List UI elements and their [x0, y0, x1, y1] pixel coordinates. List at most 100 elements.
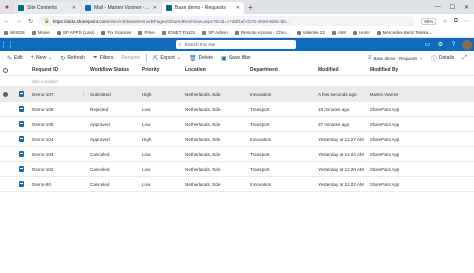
bookmark-item[interactable]: Movie — [31, 30, 50, 35]
column-header-modified[interactable]: Modified — [318, 67, 370, 73]
maximize-icon[interactable]: ☐ — [450, 4, 455, 11]
row-checkbox[interactable] — [0, 91, 10, 97]
column-header-priority[interactable]: Priority — [142, 67, 185, 73]
request-id-cell[interactable]: Demo-106 — [32, 107, 90, 112]
request-id-cell[interactable]: Demo-105 — [32, 122, 90, 127]
bookmark-item[interactable]: Prive — [138, 30, 155, 35]
star-icon[interactable]: ☆ — [442, 18, 447, 25]
close-icon[interactable]: ✕ — [153, 5, 157, 11]
view-selector[interactable]: ≡ Base demo - Requests ⌄ — [364, 51, 427, 65]
search-box[interactable]: ⌕ Search this site — [176, 40, 296, 49]
request-id-cell[interactable]: Demo-107 ⋮ — [32, 91, 90, 97]
filter-row: Site Location — [0, 76, 474, 87]
export-button[interactable]: ⇱ Export ⌄ — [149, 51, 185, 65]
chevron-down-icon: ⌄ — [419, 55, 423, 60]
details-button[interactable]: ⓘ Details — [427, 51, 458, 65]
bookmark-item[interactable]: AIM — [331, 30, 346, 35]
bookmark-item[interactable]: Fix Scanner — [101, 30, 131, 35]
modified-cell: A few seconds ago — [318, 91, 357, 97]
location-cell: Netherlands, Ede — [185, 136, 221, 142]
bookmark-item[interactable]: IONET FILES — [161, 30, 195, 35]
app-launcher-icon[interactable]: ⋮⋮ — [0, 38, 14, 51]
modified-cell: Yesterday at 11:27 AM — [318, 136, 364, 142]
close-window-icon[interactable]: ✕ — [464, 4, 469, 11]
browser-tab-base-demo[interactable]: Base demo - Requests ✕ — [162, 2, 244, 14]
column-header-location[interactable]: Location — [185, 67, 250, 73]
more-options-icon[interactable]: ⋮ — [81, 91, 86, 97]
pencil-icon: ✎ — [7, 55, 13, 62]
bookmark-item[interactable]: Valentie 23 — [296, 30, 325, 35]
table-row[interactable]: Demo-103 Canceled Low Netherlands, Ede Trans… — [0, 147, 474, 162]
request-id-cell[interactable]: Demo-103 — [32, 152, 90, 157]
bookmark-item[interactable]: Remote Access - Chro... — [234, 30, 290, 35]
refresh-icon: ↻ — [60, 55, 66, 62]
table-row[interactable]: Demo-107 ⋮ Submitted High Netherlands, Ede In… — [0, 87, 474, 102]
request-id-cell[interactable]: Demo-90 — [32, 182, 90, 187]
column-header-workflow-status[interactable]: Workflow Status — [90, 67, 142, 73]
request-id-cell[interactable]: Demo-102 — [32, 167, 90, 172]
bookmark-item[interactable]: Hom! — [352, 30, 370, 35]
workflow-status-cell: Submitted — [90, 91, 111, 97]
modified-by-cell: SharePoint App — [370, 121, 400, 127]
filter-icon: ≡ — [368, 55, 372, 61]
sharepoint-icon — [18, 5, 24, 11]
close-icon[interactable]: ✕ — [236, 5, 240, 11]
delete-button[interactable]: 🗑 Delete — [185, 51, 217, 65]
table-row[interactable]: Demo-105 Approved Low Netherlands, Ede Trans… — [0, 117, 474, 132]
select-all-checkbox[interactable] — [0, 67, 10, 73]
save-filter-button[interactable]: ▣ Save filter — [217, 51, 255, 65]
browser-tab-mail[interactable]: Mail - Marten Vosmer - Outlook ✕ — [81, 2, 161, 14]
modified-by-cell: SharePoint App — [370, 106, 400, 112]
filters-button[interactable]: ⏷ Filters — [89, 51, 117, 65]
column-header-request-id[interactable]: Request ID — [32, 67, 90, 73]
modified-cell: Yesterday at 11:24 AM — [318, 151, 364, 157]
edit-button[interactable]: ✎ Edit — [3, 51, 27, 65]
help-icon[interactable]: ? — [447, 38, 460, 51]
file-type-icon — [10, 91, 32, 97]
request-id-cell[interactable]: Demo-104 — [32, 137, 90, 142]
list-item-icon — [18, 166, 24, 172]
menu-icon[interactable]: ⋯ — [464, 18, 470, 25]
rename-button[interactable]: Rename — [117, 51, 144, 65]
table-row[interactable]: Demo-102 Canceled Low Netherlands, Ede Trans… — [0, 162, 474, 177]
column-header-department[interactable]: Department — [250, 67, 318, 73]
profile-icon[interactable]: ● — [0, 0, 14, 14]
reload-icon[interactable]: ↻ — [28, 18, 33, 25]
back-icon[interactable]: ← — [4, 18, 10, 24]
expand-button[interactable]: ⤢ — [458, 51, 471, 65]
minimize-icon[interactable]: — — [435, 4, 441, 10]
table-row[interactable]: Demo-90 Canceled Low Netherlands, Ede Innova… — [0, 177, 474, 192]
command-bar: ✎ Edit + New ⌄ ↻ Refresh ⏷ Filters Rename ⇱ Ex… — [0, 51, 474, 65]
avatar[interactable] — [462, 39, 472, 50]
forward-icon[interactable]: → — [16, 18, 22, 24]
chevron-down-icon: ⌄ — [48, 55, 53, 61]
bookmark-item[interactable]: SP APPS (Lalo) — [56, 30, 94, 35]
list-item-icon — [18, 151, 24, 157]
table-row[interactable]: Demo-104 Approved High Netherlands, Ede Inno… — [0, 132, 474, 147]
site-location-filter[interactable]: Site Location — [32, 79, 90, 84]
browser-tab-site-contents[interactable]: Site Contents ✕ — [14, 2, 80, 14]
department-cell: Innovation — [250, 136, 272, 142]
search-icon: ⌕ — [179, 42, 182, 47]
bookmark-item[interactable]: SP Admin — [202, 30, 228, 35]
file-type-icon — [10, 121, 32, 127]
bookmarks-bar: WIXDS Movie SP APPS (Lalo) Fix Scanner Prive… — [0, 28, 474, 38]
location-cell: Netherlands, Ede — [185, 106, 221, 112]
bookmark-item[interactable]: Mercedes-Benz Teleka... — [376, 30, 432, 35]
url-field[interactable]: 🔒 https://aldo.sharepoint.com/sites/Alt/… — [39, 16, 416, 26]
refresh-button[interactable]: ↻ Refresh — [56, 51, 89, 65]
priority-cell: High — [142, 91, 152, 97]
table-row[interactable]: Demo-106 Rejected Low Netherlands, Ede Trans… — [0, 102, 474, 117]
chat-icon[interactable]: ▭ — [421, 38, 434, 51]
new-tab-button[interactable]: + — [248, 2, 253, 14]
settings-icon[interactable]: ⚙ — [434, 38, 447, 51]
column-header-modified-by[interactable]: Modified By — [370, 67, 430, 73]
zoom-level[interactable]: 90% — [421, 17, 437, 25]
priority-cell: Low — [142, 166, 151, 172]
new-button[interactable]: + New ⌄ — [27, 51, 57, 65]
extensions-icon[interactable]: ⧉ — [454, 18, 458, 25]
close-icon[interactable]: ✕ — [72, 5, 76, 11]
modified-by-cell: SharePoint App — [370, 136, 400, 142]
bookmark-item[interactable]: WIXDS — [4, 30, 25, 35]
priority-cell: High — [142, 136, 152, 142]
